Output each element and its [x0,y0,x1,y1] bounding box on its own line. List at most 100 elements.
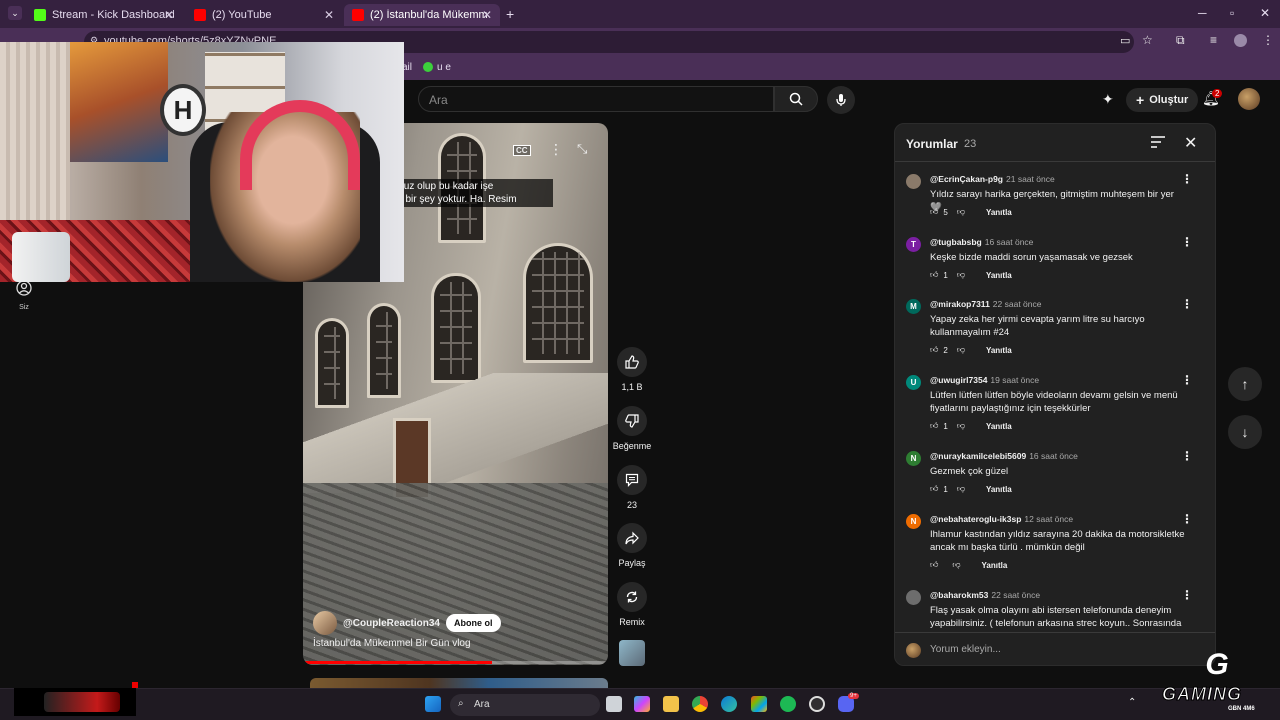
comments-button[interactable]: 23 [616,465,648,510]
maximize-icon[interactable]: ▫ [1230,6,1234,20]
tab-youtube[interactable]: (2) YouTube ✕ [186,4,342,26]
commenter-avatar[interactable]: N [906,451,921,466]
windows-start-icon[interactable] [425,696,441,712]
commenter-avatar[interactable] [906,174,921,189]
tab-list-chevron-icon[interactable]: ⌄ [8,6,22,20]
tray-chevron-icon[interactable]: ⌃ [1128,697,1136,708]
voice-search-button[interactable] [827,86,855,114]
file-explorer-icon[interactable] [663,696,679,712]
reply-button[interactable]: Yanıtla [986,346,1012,355]
sidebar-item-you[interactable]: Siz [14,280,34,311]
minimize-icon[interactable]: ─ [1198,6,1207,20]
close-tab-icon[interactable]: ✕ [164,8,174,22]
comment-more-icon[interactable]: ⋮ [1181,373,1193,387]
create-button[interactable]: + Oluştur [1126,88,1199,112]
reply-button[interactable]: Yanıtla [986,208,1012,217]
previous-short-button[interactable]: ↑ [1228,367,1262,401]
spotify-icon[interactable] [780,696,796,712]
dislike-button[interactable]: Beğenme [613,406,651,451]
thumbs-down-icon[interactable]: 👎︎ [952,560,960,570]
profile-icon[interactable] [1234,34,1247,47]
comment-more-icon[interactable]: ⋮ [1181,172,1193,186]
new-tab-button[interactable]: + [506,6,514,22]
bookmark-item[interactable]: u e [437,62,451,73]
bookmark-star-icon[interactable]: ☆ [1142,33,1153,47]
remix-button[interactable]: Remix [616,582,648,627]
thumbs-up-icon[interactable]: 👍︎ [930,270,938,280]
close-comments-icon[interactable]: ✕ [1184,133,1197,153]
commenter-avatar[interactable]: M [906,299,921,314]
reply-button[interactable]: Yanıtla [986,485,1012,494]
tab-istanbul-video[interactable]: (2) İstanbul'da Mükemmel Bir G ✕ [344,4,500,26]
close-tab-icon[interactable]: ✕ [482,8,492,22]
thumbs-down-icon[interactable]: 👎︎ [957,345,965,355]
taskbar-search[interactable]: ⌕ Ara [450,694,600,716]
comment-author[interactable]: @mirakop7311 [930,299,990,309]
thumbs-down-icon[interactable]: 👎︎ [957,421,965,431]
account-avatar[interactable] [1238,88,1260,110]
next-short-preview[interactable] [310,678,608,688]
copilot-icon[interactable] [634,696,650,712]
comment-author[interactable]: @nuraykamilcelebi5609 [930,451,1026,461]
thumbs-down-icon[interactable]: 👎︎ [957,484,965,494]
next-short-button[interactable]: ↓ [1228,415,1262,449]
chrome-menu-icon[interactable]: ⋮ [1262,33,1274,47]
comment-author[interactable]: @baharokm53 [930,590,988,600]
cast-icon[interactable]: ▭ [1120,34,1130,47]
comment-more-icon[interactable]: ⋮ [1181,449,1193,463]
subscribe-button[interactable]: Abone ol [446,614,501,632]
sort-icon[interactable] [1151,136,1165,148]
commenter-avatar[interactable]: U [906,375,921,390]
commenter-avatar[interactable]: N [906,514,921,529]
comment-actions: 👍︎ 2 👎︎ Yanıtla [930,345,1012,355]
captions-button[interactable]: CC [513,145,531,156]
comment-text: Keşke bizde maddi sorun yaşamasak ve gez… [930,252,1133,263]
sound-thumbnail[interactable] [619,640,645,666]
close-tab-icon[interactable]: ✕ [324,8,334,22]
thumbs-up-icon[interactable]: 👍︎ [930,345,938,355]
reply-button[interactable]: Yanıtla [982,561,1008,570]
commenter-avatar[interactable]: T [906,237,921,252]
tab-kick-dashboard[interactable]: Stream - Kick Dashboard ✕ [26,4,182,26]
video-title[interactable]: İstanbul'da Mükemmel Bir Gün vlog [313,638,471,649]
task-view-icon[interactable] [606,696,622,712]
thumbs-up-icon[interactable]: 👍︎ [930,207,938,217]
comment-author[interactable]: @uwugirl7354 [930,375,987,385]
comment-time: 16 saat önce [984,237,1034,247]
video-more-icon[interactable]: ⋮ [549,141,563,158]
store-icon[interactable] [751,696,767,712]
comment-input[interactable]: Yorum ekleyin... [930,644,1001,655]
media-controls-icon[interactable]: ≡ [1210,33,1217,47]
video-progress-bar[interactable] [303,661,608,664]
chrome-icon[interactable] [692,696,708,712]
comment-author[interactable]: @EcrinÇakan-p9g [930,174,1003,184]
thumbs-up-icon[interactable]: 👍︎ [930,484,938,494]
commenter-avatar[interactable] [906,590,921,605]
comment-more-icon[interactable]: ⋮ [1181,235,1193,249]
extensions-icon[interactable]: ⧉ [1176,33,1185,48]
comment-author[interactable]: @nebahateroglu-ik3sp [930,514,1021,524]
comment-time: 16 saat önce [1029,451,1078,461]
comment-more-icon[interactable]: ⋮ [1181,297,1193,311]
comment-author[interactable]: @tugbabsbg [930,237,982,247]
expand-icon[interactable]: ⤡ [577,141,587,157]
reply-button[interactable]: Yanıtla [986,422,1012,431]
comment-more-icon[interactable]: ⋮ [1181,512,1193,526]
thumbs-up-icon[interactable]: 👍︎ [930,560,938,570]
like-button[interactable]: 1,1 B [616,347,648,392]
thumbs-down-icon[interactable]: 👎︎ [957,207,965,217]
thumbs-down-icon[interactable]: 👎︎ [957,270,965,280]
comment-text: Lütfen lütfen lütfen böyle videoların de… [930,390,1178,414]
comment-more-icon[interactable]: ⋮ [1181,588,1193,602]
obs-icon[interactable] [809,696,825,712]
gemini-sparkle-icon[interactable]: ✦ [1102,91,1114,108]
window-close-icon[interactable]: ✕ [1260,6,1270,20]
edge-icon[interactable] [721,696,737,712]
share-button[interactable]: Paylaş [616,523,648,568]
reply-button[interactable]: Yanıtla [986,271,1012,280]
search-button[interactable] [774,86,818,112]
channel-avatar[interactable] [313,611,337,635]
thumbs-up-icon[interactable]: 👍︎ [930,421,938,431]
channel-name[interactable]: @CoupleReaction34 [343,618,440,629]
search-input[interactable]: Ara [418,86,774,112]
